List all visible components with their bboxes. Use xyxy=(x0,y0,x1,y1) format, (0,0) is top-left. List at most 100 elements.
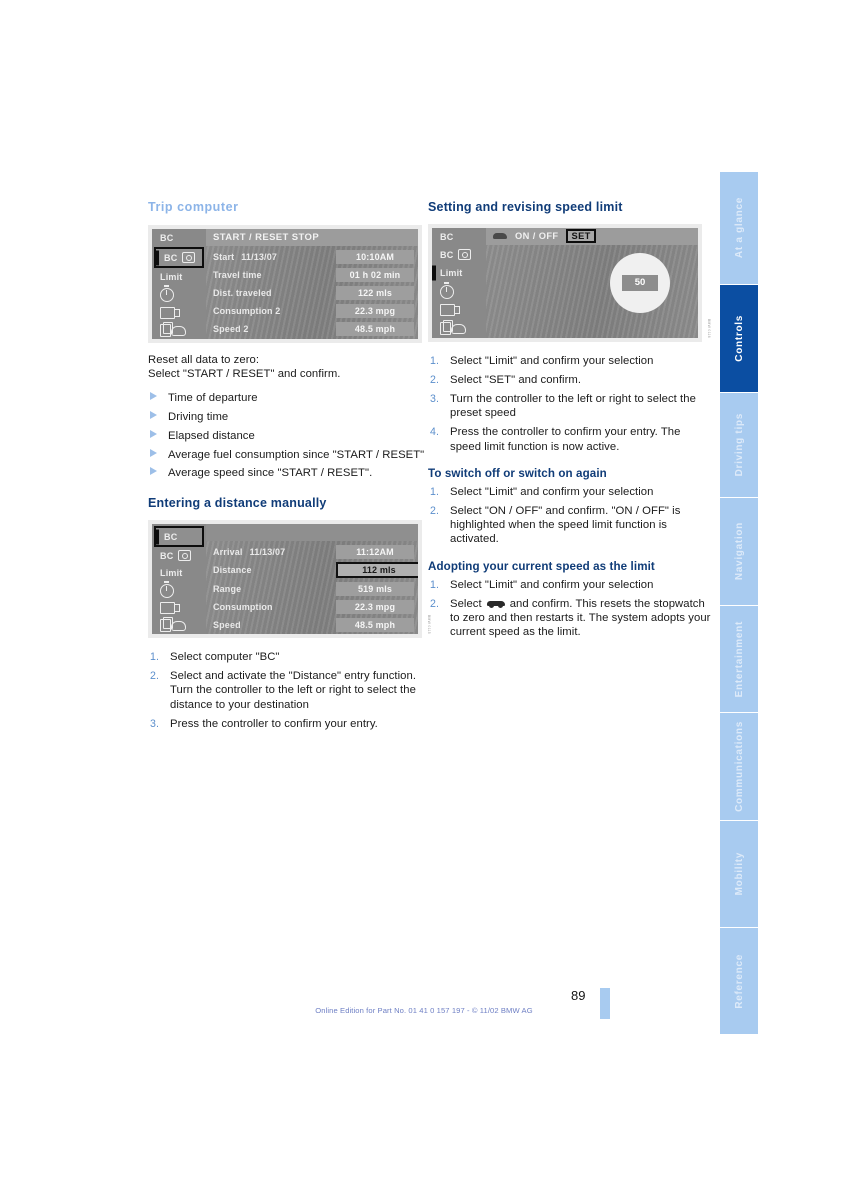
adopting-steps-list: 1. Select "Limit" and confirm your select… xyxy=(428,578,712,640)
idrive-data-area: ON / OFF SET 50 xyxy=(486,227,698,338)
data-row-label: Consumption xyxy=(213,601,273,612)
data-row: Speed 2 48.5 mph xyxy=(206,320,418,338)
tab-label: Driving tips xyxy=(733,413,745,477)
data-row-value: 48.5 mph xyxy=(336,322,414,336)
strip-item-bc-selected: BC xyxy=(154,525,204,548)
tab-label: Reference xyxy=(733,953,745,1009)
speed-icon xyxy=(451,323,466,334)
reset-items-list: Time of departure Driving time Elapsed d… xyxy=(148,391,432,480)
step-number: 2. xyxy=(150,670,159,683)
strip-label-limit: Limit xyxy=(440,268,463,279)
reset-paragraph: Reset all data to zero: Select "START / … xyxy=(148,353,432,381)
list-item-label: Average fuel consumption since "START / … xyxy=(168,448,425,461)
tab-navigation[interactable]: Navigation xyxy=(720,497,758,605)
disc-icon xyxy=(458,249,472,261)
strip-item-stopwatch xyxy=(152,284,206,304)
pages-icon xyxy=(160,616,173,632)
data-row-label: Dist. traveled xyxy=(213,288,272,298)
list-item-label: Driving time xyxy=(168,411,229,424)
list-item: 3. Press the controller to confirm your e… xyxy=(148,717,432,731)
data-row: Consumption 22.3 mpg xyxy=(206,598,418,616)
triangle-bullet-icon xyxy=(150,411,157,420)
step-text-before: Select xyxy=(450,597,482,610)
selection-marker xyxy=(155,529,159,545)
tab-communications[interactable]: Communications xyxy=(720,712,758,820)
step-number: 1. xyxy=(150,650,159,663)
speed-limit-dial[interactable]: 50 xyxy=(610,252,670,313)
list-item: 4. Press the controller to confirm your e… xyxy=(428,425,712,453)
idrive-screen-trip-computer: BC BC Limit START / RESET STOP Start 11/… xyxy=(152,229,418,339)
heading-speed-limit: Setting and revising speed limit xyxy=(428,200,623,214)
strip-item-pages xyxy=(152,321,206,339)
pages-icon xyxy=(160,321,173,337)
list-item: 1. Select "Limit" and confirm your select… xyxy=(428,485,712,499)
disc-icon xyxy=(178,550,192,562)
speed-icon xyxy=(486,599,506,608)
tab-controls[interactable]: Controls xyxy=(720,284,758,392)
idrive-data-area: START / RESET STOP Start 11/13/07 10:10AM… xyxy=(206,229,418,339)
tab-reference[interactable]: Reference xyxy=(720,927,758,1034)
stopwatch-icon xyxy=(160,284,174,302)
data-row-label: Distance xyxy=(213,564,252,575)
data-row-value: 11:12AM xyxy=(336,544,414,559)
speed-icon xyxy=(171,620,186,631)
list-item: 1. Select computer "BC" xyxy=(148,650,432,664)
strip-item-bc-disc-selected: BC xyxy=(154,246,204,269)
figure-distance-entry: BC BC Limit Arrival 11/13/07 11:12AM Dis… xyxy=(148,519,431,638)
data-row-value: 22.3 mpg xyxy=(336,599,414,614)
tab-label: Mobility xyxy=(733,852,745,896)
list-item: 3. Turn the controller to the left or rig… xyxy=(428,392,712,420)
data-row-label: Start 11/13/07 xyxy=(206,252,333,262)
data-row: Range 519 mls xyxy=(206,580,418,598)
footer-note: Online Edition for Part No. 01 41 0 157 … xyxy=(315,1006,533,1015)
selection-marker xyxy=(155,250,159,265)
strip-label-bc2: BC xyxy=(160,550,174,561)
speed-limit-steps-list: 1. Select "Limit" and confirm your select… xyxy=(428,354,712,454)
tab-label: Communications xyxy=(733,721,745,812)
data-row: Start 11/13/07 10:10AM xyxy=(206,248,418,266)
list-item: Average speed since "START / RESET". xyxy=(148,466,432,480)
data-row-value: 22.3 mpg xyxy=(336,304,414,318)
list-item: Time of departure xyxy=(148,391,432,405)
strip-item-range xyxy=(432,301,486,319)
strip-item-stopwatch xyxy=(432,281,486,300)
tab-mobility[interactable]: Mobility xyxy=(720,820,758,927)
left-column: Trip computer BC BC Limit START / RESET … xyxy=(148,200,432,741)
heading-trip-computer: Trip computer xyxy=(148,200,239,214)
list-item: 1. Select "Limit" and confirm your select… xyxy=(428,354,712,368)
tab-label: Entertainment xyxy=(733,620,745,698)
tab-driving-tips[interactable]: Driving tips xyxy=(720,392,758,497)
heading-switch-off-on: To switch off or switch on again xyxy=(428,466,607,480)
data-row: Travel time 01 h 02 min xyxy=(206,266,418,284)
tab-entertainment[interactable]: Entertainment xyxy=(720,605,758,712)
data-row-value: 01 h 02 min xyxy=(336,268,414,282)
tab-at-a-glance[interactable]: At a glance xyxy=(720,172,758,284)
disc-icon xyxy=(182,252,196,263)
car-range-icon xyxy=(440,303,460,316)
strip-item-bc: BC xyxy=(152,229,206,247)
data-row-value: 10:10AM xyxy=(336,250,414,264)
dial-value: 50 xyxy=(622,274,658,291)
step-text: Select "Limit" and confirm your selectio… xyxy=(450,578,654,591)
heading-adopting-speed: Adopting your current speed as the limit xyxy=(428,559,655,573)
idrive-screen-distance: BC BC Limit Arrival 11/13/07 11:12AM Dis… xyxy=(152,523,418,634)
idrive-screen-speed-limit: BC BC Limit ON / OFF SET 50 xyxy=(432,227,698,338)
list-item: 2. Select "ON / OFF" and confirm. "ON / O… xyxy=(428,504,712,547)
data-row-value-selected[interactable]: 112 mls xyxy=(336,561,418,578)
list-item: 1. Select "Limit" and confirm your select… xyxy=(428,578,712,592)
step-text: Select "ON / OFF" and confirm. "ON / OFF… xyxy=(450,504,681,546)
data-row-label: Arrival 11/13/07 xyxy=(206,547,333,557)
strip-item-range xyxy=(152,599,206,616)
speed-icon-wheel-left xyxy=(488,602,494,608)
row-label-date: 11/13/07 xyxy=(241,252,278,262)
data-row-label: Range xyxy=(213,583,242,594)
distance-value-text: 112 mls xyxy=(362,564,396,575)
menu-item-on-off[interactable]: ON / OFF xyxy=(515,231,558,241)
row-label-text: Start xyxy=(213,252,235,262)
switch-steps-list: 1. Select "Limit" and confirm your select… xyxy=(428,485,712,547)
menu-item-set[interactable]: SET xyxy=(566,229,596,243)
strip-label-bc: BC xyxy=(164,531,178,542)
manual-page: Trip computer BC BC Limit START / RESET … xyxy=(0,0,848,1200)
step-number: 2. xyxy=(430,597,439,610)
step-number: 3. xyxy=(430,392,439,405)
